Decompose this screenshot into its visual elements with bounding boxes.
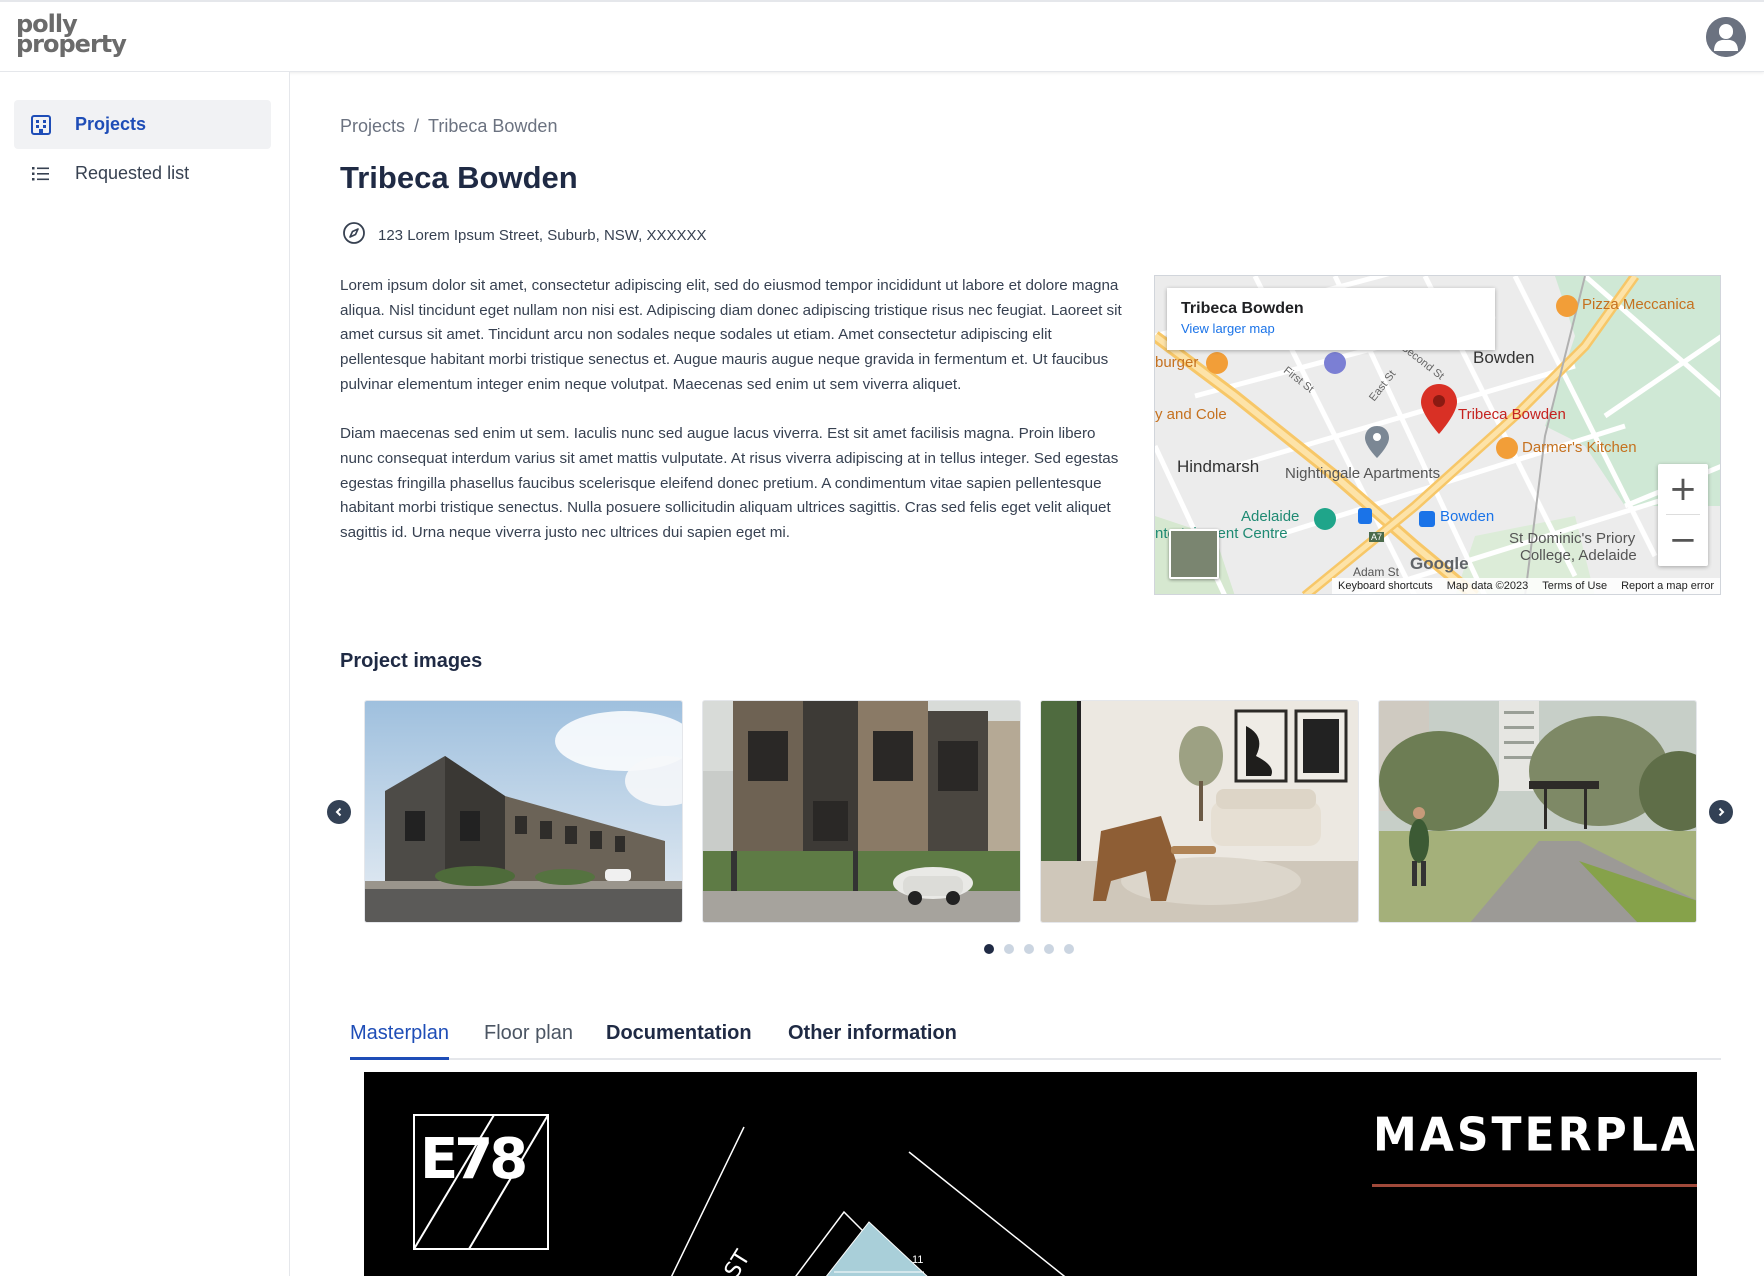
map-data-text: Map data ©2023 bbox=[1446, 580, 1529, 592]
map-zoom-control: + − bbox=[1658, 464, 1708, 566]
map-label-hindmarsh: Hindmarsh bbox=[1177, 457, 1260, 476]
masterplan-e78-logo: E78 bbox=[420, 1127, 528, 1192]
logo-line-2: property bbox=[16, 30, 127, 58]
breadcrumb-separator: / bbox=[414, 116, 420, 136]
report-map-error-link[interactable]: Report a map error bbox=[1621, 580, 1714, 592]
chevron-left-icon bbox=[335, 807, 342, 817]
chevron-right-icon bbox=[1718, 807, 1725, 817]
map-label-darmers: Darmer's Kitchen bbox=[1522, 439, 1637, 456]
breadcrumb-current: Tribeca Bowden bbox=[428, 116, 558, 136]
carousel-dot-4[interactable] bbox=[1044, 944, 1054, 954]
list-icon bbox=[29, 162, 53, 186]
tab-other-information[interactable]: Other information bbox=[788, 1018, 957, 1060]
masterplan-heading: MASTERPLAN bbox=[1373, 1108, 1697, 1163]
map-label-a7: A7 bbox=[1369, 532, 1385, 542]
living-room-image bbox=[1041, 701, 1358, 922]
location-map[interactable]: Pizza Meccanica Bowden burger Tribeca Bo… bbox=[1154, 275, 1721, 595]
description-paragraph-1: Lorem ipsum dolor sit amet, consectetur … bbox=[340, 277, 1122, 393]
map-label-bowden: Bowden bbox=[1473, 348, 1535, 367]
description-paragraph-2: Diam maecenas sed enim ut sem. Iaculis n… bbox=[340, 425, 1119, 542]
project-image-2[interactable] bbox=[702, 700, 1021, 923]
carousel-dot-3[interactable] bbox=[1024, 944, 1034, 954]
townhouse-facade-image bbox=[703, 701, 1020, 922]
project-image-1[interactable] bbox=[364, 700, 683, 923]
map-label-nightingale: Nightingale Apartments bbox=[1285, 465, 1441, 482]
keyboard-shortcuts-link[interactable]: Keyboard shortcuts bbox=[1338, 580, 1433, 592]
map-label-burger: burger bbox=[1155, 354, 1199, 371]
carousel-dot-5[interactable] bbox=[1064, 944, 1074, 954]
map-footer: Keyboard shortcuts Map data ©2023 Terms … bbox=[1331, 578, 1720, 594]
tab-floor-plan[interactable]: Floor plan bbox=[484, 1018, 573, 1060]
map-label-and-cole: y and Cole bbox=[1155, 406, 1227, 423]
page-title: Tribeca Bowden bbox=[340, 160, 578, 195]
sidebar: Projects Requested list bbox=[0, 72, 290, 1276]
breadcrumb-projects-link[interactable]: Projects bbox=[340, 116, 405, 136]
carousel-next-button[interactable] bbox=[1709, 800, 1733, 824]
polly-property-logo[interactable]: polly property bbox=[16, 12, 127, 58]
building-icon bbox=[29, 113, 53, 137]
map-label-bowden-station: Bowden bbox=[1440, 508, 1495, 525]
user-icon bbox=[1706, 17, 1746, 57]
map-label-adelaide: Adelaide bbox=[1241, 508, 1300, 525]
carousel-pagination bbox=[984, 944, 1074, 954]
townhouses-street-image bbox=[365, 701, 682, 922]
sidebar-item-requested-list[interactable]: Requested list bbox=[14, 149, 271, 198]
sidebar-item-label: Requested list bbox=[75, 163, 190, 183]
project-description: Lorem ipsum dolor sit amet, consectetur … bbox=[340, 274, 1130, 570]
map-label-tribeca: Tribeca Bowden bbox=[1458, 406, 1566, 423]
map-label-st-dominics-1: St Dominic's Priory bbox=[1509, 530, 1636, 547]
tab-masterplan[interactable]: Masterplan bbox=[350, 1018, 449, 1060]
project-image-3[interactable] bbox=[1040, 700, 1359, 923]
masterplan-image: E78 ST 11 MASTERPLAN bbox=[364, 1072, 1697, 1276]
view-larger-map-link[interactable]: View larger map bbox=[1181, 321, 1481, 336]
masterplan-lot-number: 11 bbox=[912, 1254, 924, 1266]
map-label-adam-st: Adam St bbox=[1353, 565, 1400, 579]
address-row: 123 Lorem Ipsum Street, Suburb, NSW, XXX… bbox=[342, 221, 707, 250]
project-images-heading: Project images bbox=[340, 650, 483, 672]
google-logo: Google bbox=[1410, 554, 1469, 573]
sidebar-item-projects[interactable]: Projects bbox=[14, 100, 271, 149]
top-bar: polly property bbox=[0, 0, 1764, 72]
terms-of-use-link[interactable]: Terms of Use bbox=[1542, 580, 1607, 592]
carousel-dot-1[interactable] bbox=[984, 944, 994, 954]
user-avatar[interactable] bbox=[1706, 17, 1746, 57]
park-walkway-image bbox=[1379, 701, 1696, 922]
project-image-4[interactable] bbox=[1378, 700, 1697, 923]
satellite-toggle-thumbnail[interactable] bbox=[1169, 529, 1219, 579]
sidebar-item-label: Projects bbox=[75, 114, 147, 134]
carousel-prev-button[interactable] bbox=[327, 800, 351, 824]
map-label-pizza: Pizza Meccanica bbox=[1582, 296, 1695, 313]
breadcrumb: Projects / Tribeca Bowden bbox=[340, 116, 557, 137]
project-tabs: Masterplan Floor plan Documentation Othe… bbox=[350, 1018, 1721, 1060]
map-card-title: Tribeca Bowden bbox=[1181, 300, 1304, 317]
map-label-st-dominics-2: College, Adelaide bbox=[1520, 547, 1637, 564]
zoom-out-button[interactable]: − bbox=[1658, 515, 1708, 565]
masterplan-drawing bbox=[413, 1114, 1066, 1276]
project-address: 123 Lorem Ipsum Street, Suburb, NSW, XXX… bbox=[378, 226, 707, 244]
zoom-in-button[interactable]: + bbox=[1658, 464, 1708, 514]
masterplan-heading-underline bbox=[1372, 1184, 1697, 1187]
compass-icon bbox=[342, 221, 366, 250]
carousel-dot-2[interactable] bbox=[1004, 944, 1014, 954]
tab-documentation[interactable]: Documentation bbox=[606, 1018, 752, 1060]
map-info-card: Tribeca Bowden View larger map bbox=[1167, 288, 1495, 350]
